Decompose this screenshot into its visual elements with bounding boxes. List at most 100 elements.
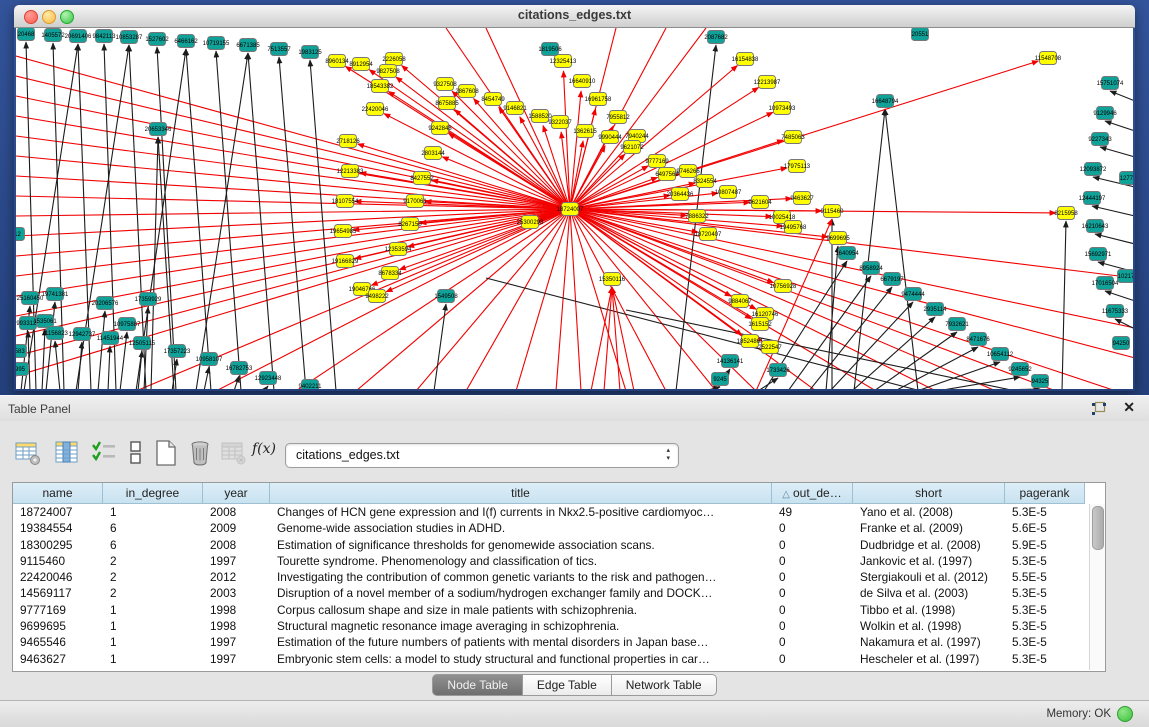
- graph-node[interactable]: 8678334: [378, 267, 402, 280]
- table-row[interactable]: 1830029562008Estimation of significance …: [13, 537, 1085, 553]
- column-header-name[interactable]: name: [13, 483, 103, 504]
- graph-node[interactable]: 9498222: [365, 290, 389, 303]
- graph-node[interactable]: 2226058: [382, 53, 406, 66]
- graph-node[interactable]: 8215958: [1054, 207, 1078, 220]
- graph-node[interactable]: 8267150: [398, 218, 422, 231]
- graph-node[interactable]: 8324554: [693, 175, 717, 188]
- column-header-out_de[interactable]: △out_de…: [772, 483, 853, 504]
- graph-node[interactable]: 25160450: [17, 292, 44, 305]
- show-columns-icon[interactable]: [53, 439, 81, 467]
- graph-node[interactable]: 94250: [1113, 337, 1131, 350]
- graph-node[interactable]: 17975113: [784, 160, 811, 173]
- graph-node[interactable]: 18720407: [695, 228, 722, 241]
- graph-node[interactable]: 11156823: [42, 327, 68, 340]
- graph-node[interactable]: 10807487: [715, 186, 742, 199]
- table-row[interactable]: 1938455462009Genome-wide association stu…: [13, 520, 1085, 536]
- graph-node[interactable]: 7513557: [267, 43, 291, 56]
- tab-node-table[interactable]: Node Table: [432, 674, 523, 696]
- tab-network-table[interactable]: Network Table: [612, 674, 717, 696]
- graph-node[interactable]: 10756928: [770, 280, 797, 293]
- graph-node[interactable]: 12774: [1120, 172, 1134, 185]
- graph-node[interactable]: 8960134: [325, 55, 349, 68]
- column-header-short[interactable]: short: [853, 483, 1005, 504]
- graph-node[interactable]: 12093872: [1080, 163, 1107, 176]
- graph-node[interactable]: 1615152: [748, 318, 772, 331]
- tab-edge-table[interactable]: Edge Table: [523, 674, 612, 696]
- table-row[interactable]: 969969511998Structural magnetic resonanc…: [13, 618, 1085, 634]
- graph-node[interactable]: 9245: [712, 373, 729, 386]
- column-header-in_degree[interactable]: in_degree: [103, 483, 203, 504]
- graph-node[interactable]: 9621072: [620, 141, 644, 154]
- graph-node[interactable]: 9402211: [299, 380, 323, 390]
- graph-node[interactable]: 7485063: [781, 131, 805, 144]
- table-row[interactable]: 1872400712008Changes of HCN gene express…: [13, 504, 1085, 520]
- graph-node[interactable]: 9245652: [1008, 363, 1032, 376]
- graph-node[interactable]: 10217: [1118, 270, 1134, 283]
- graph-node[interactable]: 16648794: [872, 95, 899, 108]
- graph-node[interactable]: 9699695: [826, 232, 850, 245]
- graph-node[interactable]: 11548708: [1035, 52, 1062, 65]
- graph-node[interactable]: 9146821: [503, 102, 527, 115]
- graph-node[interactable]: 2803144: [421, 147, 445, 160]
- graph-node[interactable]: 1733426: [766, 364, 790, 377]
- delete-attribute-trash-icon[interactable]: [186, 439, 214, 467]
- graph-node[interactable]: 1819506: [538, 43, 562, 56]
- network-window[interactable]: citations_edges.txt 89601348912954222605…: [14, 5, 1135, 391]
- graph-node[interactable]: 6671385: [236, 39, 260, 52]
- new-table-icon[interactable]: [152, 439, 180, 467]
- graph-node[interactable]: 9842113: [93, 30, 117, 43]
- table-row[interactable]: 2242004622012Investigating the contribut…: [13, 569, 1085, 585]
- column-header-year[interactable]: year: [203, 483, 270, 504]
- graph-node[interactable]: 12325413: [550, 55, 577, 68]
- graph-node[interactable]: 2718126: [336, 135, 360, 148]
- graph-node[interactable]: 6466162: [174, 35, 198, 48]
- column-header-pagerank[interactable]: pagerank: [1005, 483, 1085, 504]
- graph-node[interactable]: 1549508: [434, 290, 458, 303]
- graph-node[interactable]: 16782753: [226, 362, 253, 375]
- graph-node[interactable]: 12923448: [255, 372, 282, 385]
- graph-node[interactable]: 10719155: [203, 37, 230, 50]
- graph-node[interactable]: 9463627: [790, 192, 814, 205]
- table-vertical-scrollbar[interactable]: [1089, 504, 1105, 670]
- graph-node[interactable]: 8454749: [481, 93, 505, 106]
- graph-node[interactable]: 9242848: [428, 122, 452, 135]
- table-settings-icon[interactable]: [14, 439, 42, 467]
- function-builder-icon[interactable]: f(x): [252, 441, 286, 469]
- graph-node[interactable]: 1527602: [145, 33, 169, 46]
- graph-node[interactable]: 1405572: [41, 29, 65, 42]
- table-row[interactable]: 946554611997Estimation of the future num…: [13, 634, 1085, 650]
- graph-node[interactable]: 11675333: [1102, 305, 1129, 318]
- graph-node[interactable]: 94325: [1032, 375, 1050, 388]
- graph-node[interactable]: 9322037: [548, 116, 572, 129]
- column-header-title[interactable]: title: [270, 483, 772, 504]
- graph-node[interactable]: 8427552: [410, 172, 434, 185]
- scrollbar-thumb[interactable]: [1092, 506, 1104, 550]
- graph-node[interactable]: 8675885: [435, 97, 459, 110]
- graph-node[interactable]: 9474444: [901, 288, 925, 301]
- graph-node[interactable]: 2867608: [455, 85, 479, 98]
- graph-node[interactable]: 12444197: [1079, 192, 1106, 205]
- graph-node[interactable]: 15751074: [1097, 77, 1124, 90]
- graph-node[interactable]: 995: [16, 363, 29, 376]
- graph-node[interactable]: 7955812: [606, 111, 630, 124]
- graph-node[interactable]: 20551: [912, 28, 930, 41]
- table-row[interactable]: 946362711997Embryonic stem cells: a mode…: [13, 651, 1085, 667]
- graph-node[interactable]: 16961758: [585, 93, 612, 106]
- graph-node[interactable]: 2522547: [758, 341, 782, 354]
- close-panel-icon[interactable]: ✕: [1123, 399, 1135, 416]
- graph-node[interactable]: 17357223: [164, 345, 191, 358]
- graph-node[interactable]: 16154838: [732, 53, 759, 66]
- graph-node[interactable]: 12213987: [754, 76, 781, 89]
- graph-node[interactable]: 1362615: [573, 125, 597, 138]
- graph-node[interactable]: 8958924: [859, 262, 883, 275]
- graph-node[interactable]: 19741381: [42, 288, 69, 301]
- graph-node[interactable]: 9884067: [728, 295, 752, 308]
- graph-node[interactable]: 2087682: [704, 31, 728, 44]
- graph-node[interactable]: 9621604: [748, 196, 772, 209]
- graph-node[interactable]: 12942737: [69, 328, 96, 341]
- graph-node[interactable]: 8471676: [966, 333, 990, 346]
- graph-node[interactable]: 9990444: [598, 131, 622, 144]
- network-window-titlebar[interactable]: citations_edges.txt: [14, 5, 1135, 28]
- float-panel-icon[interactable]: [1091, 401, 1107, 417]
- graph-node[interactable]: 6679197: [880, 273, 904, 286]
